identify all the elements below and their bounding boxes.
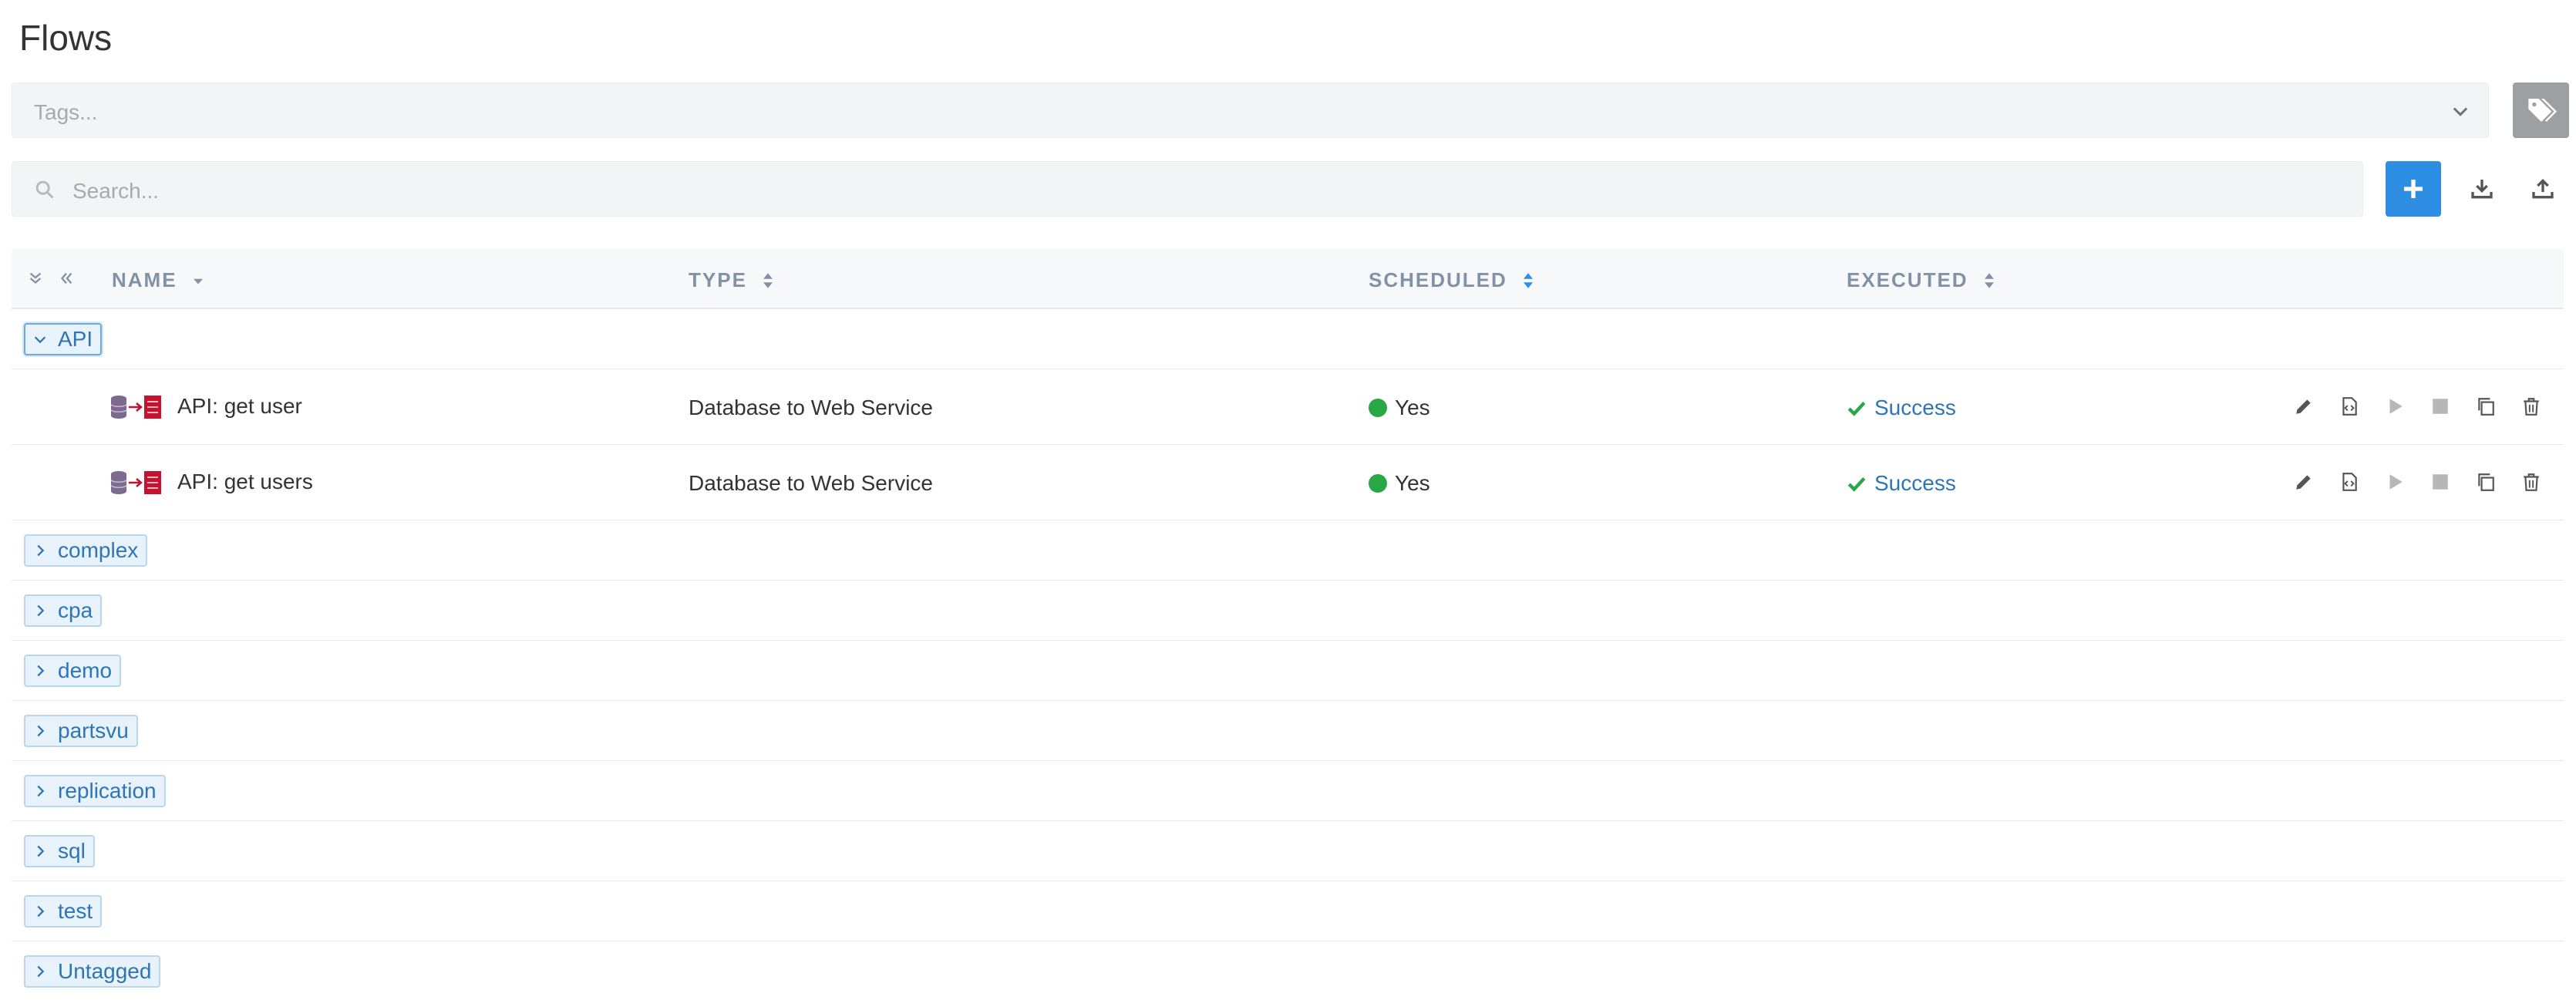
- group-toggle-partsvu[interactable]: partsvu: [24, 715, 138, 747]
- code-file-icon: [2342, 397, 2357, 416]
- page-title: Flows: [19, 18, 113, 58]
- group-row-untagged: Untagged: [12, 941, 2564, 1000]
- tags-button[interactable]: [2513, 82, 2569, 138]
- trash-icon: [2524, 398, 2539, 416]
- tags-select[interactable]: Tags...: [12, 82, 2489, 138]
- group-row-replication: replication: [12, 761, 2564, 821]
- scheduled-status: Yes: [1369, 396, 1430, 420]
- group-toggle-demo[interactable]: demo: [24, 655, 122, 687]
- table-row: API: get users Database to Web Service Y…: [12, 445, 2564, 520]
- collapse-all-icon[interactable]: [58, 268, 75, 289]
- sort-icon: [1984, 272, 1994, 288]
- chevron-down-icon: [2453, 107, 2468, 116]
- group-row-cpa: cpa: [12, 581, 2564, 641]
- flow-type: Database to Web Service: [689, 471, 933, 495]
- status-dot-icon: [1369, 399, 1387, 417]
- play-icon: [2389, 399, 2403, 414]
- status-dot-icon: [1369, 474, 1387, 493]
- group-toggle-sql[interactable]: sql: [24, 835, 95, 867]
- pencil-icon: [2296, 399, 2311, 414]
- stop-icon: [2433, 474, 2448, 490]
- group-toggle-cpa[interactable]: cpa: [24, 594, 103, 627]
- scheduled-status: Yes: [1369, 471, 1430, 496]
- copy-icon: [2478, 398, 2494, 416]
- table-header: NAME TYPE SCHEDULED EXECUTED: [12, 249, 2564, 309]
- group-toggle-untagged[interactable]: Untagged: [24, 955, 161, 988]
- stop-icon: [2433, 399, 2448, 414]
- edit-button[interactable]: [2290, 468, 2318, 496]
- check-icon: [1847, 477, 1866, 492]
- stop-button[interactable]: [2426, 392, 2454, 420]
- group-toggle-replication[interactable]: replication: [24, 775, 166, 807]
- import-button[interactable]: [2463, 170, 2500, 207]
- plus-icon: [2404, 180, 2423, 198]
- copy-icon: [2478, 473, 2494, 491]
- group-row-api: API: [12, 309, 2564, 369]
- executed-status-link[interactable]: Success: [1847, 471, 1956, 496]
- play-icon: [2389, 474, 2403, 490]
- copy-button[interactable]: [2472, 392, 2500, 420]
- sort-desc-icon: [193, 278, 203, 284]
- chevron-right-icon: [37, 785, 45, 797]
- group-row-sql: sql: [12, 821, 2564, 881]
- trash-icon: [2524, 473, 2539, 491]
- column-header-executed[interactable]: EXECUTED: [1847, 268, 1996, 292]
- chevron-right-icon: [37, 965, 45, 978]
- column-header-type[interactable]: TYPE: [689, 268, 775, 292]
- flow-type: Database to Web Service: [689, 396, 933, 419]
- search-input[interactable]: Search...: [12, 161, 2363, 217]
- view-code-button[interactable]: [2335, 468, 2363, 496]
- tags-icon: [2527, 99, 2557, 122]
- code-file-icon: [2342, 473, 2357, 491]
- chevron-right-icon: [37, 845, 45, 857]
- search-icon: [35, 180, 54, 199]
- database-to-web-service-icon: [110, 471, 161, 494]
- executed-status-link[interactable]: Success: [1847, 396, 1956, 420]
- edit-button[interactable]: [2290, 392, 2318, 420]
- expand-all-icon[interactable]: [27, 268, 44, 289]
- group-toggle-test[interactable]: test: [24, 895, 103, 928]
- group-row-demo: demo: [12, 641, 2564, 701]
- column-header-scheduled[interactable]: SCHEDULED: [1369, 268, 1535, 292]
- sort-icon: [1523, 272, 1533, 288]
- flow-name-link[interactable]: API: get user: [177, 394, 302, 419]
- chevron-right-icon: [37, 604, 45, 617]
- pencil-icon: [2296, 475, 2311, 490]
- add-flow-button[interactable]: [2386, 161, 2441, 217]
- chevron-right-icon: [37, 725, 45, 737]
- download-icon: [2471, 180, 2493, 199]
- chevron-down-icon: [34, 336, 46, 344]
- database-to-web-service-icon: [110, 396, 161, 419]
- group-row-test: test: [12, 881, 2564, 941]
- column-header-name[interactable]: NAME: [112, 268, 205, 292]
- chevron-right-icon: [37, 665, 45, 677]
- group-toggle-complex[interactable]: complex: [24, 534, 148, 567]
- chevron-right-icon: [37, 544, 45, 557]
- sort-icon: [763, 272, 773, 288]
- chevron-right-icon: [37, 905, 45, 918]
- group-row-partsvu: partsvu: [12, 701, 2564, 761]
- run-button[interactable]: [2381, 468, 2409, 496]
- run-button[interactable]: [2381, 392, 2409, 420]
- check-icon: [1847, 402, 1866, 416]
- upload-icon: [2532, 178, 2554, 199]
- flow-name-link[interactable]: API: get users: [177, 470, 313, 494]
- tags-placeholder: Tags...: [34, 100, 98, 124]
- stop-button[interactable]: [2426, 468, 2454, 496]
- group-row-complex: complex: [12, 520, 2564, 581]
- export-button[interactable]: [2524, 170, 2561, 207]
- delete-button[interactable]: [2517, 392, 2545, 420]
- delete-button[interactable]: [2517, 468, 2545, 496]
- group-toggle-api[interactable]: API: [24, 323, 103, 355]
- copy-button[interactable]: [2472, 468, 2500, 496]
- search-placeholder: Search...: [72, 179, 160, 203]
- view-code-button[interactable]: [2335, 392, 2363, 420]
- table-row: API: get user Database to Web Service Ye…: [12, 369, 2564, 445]
